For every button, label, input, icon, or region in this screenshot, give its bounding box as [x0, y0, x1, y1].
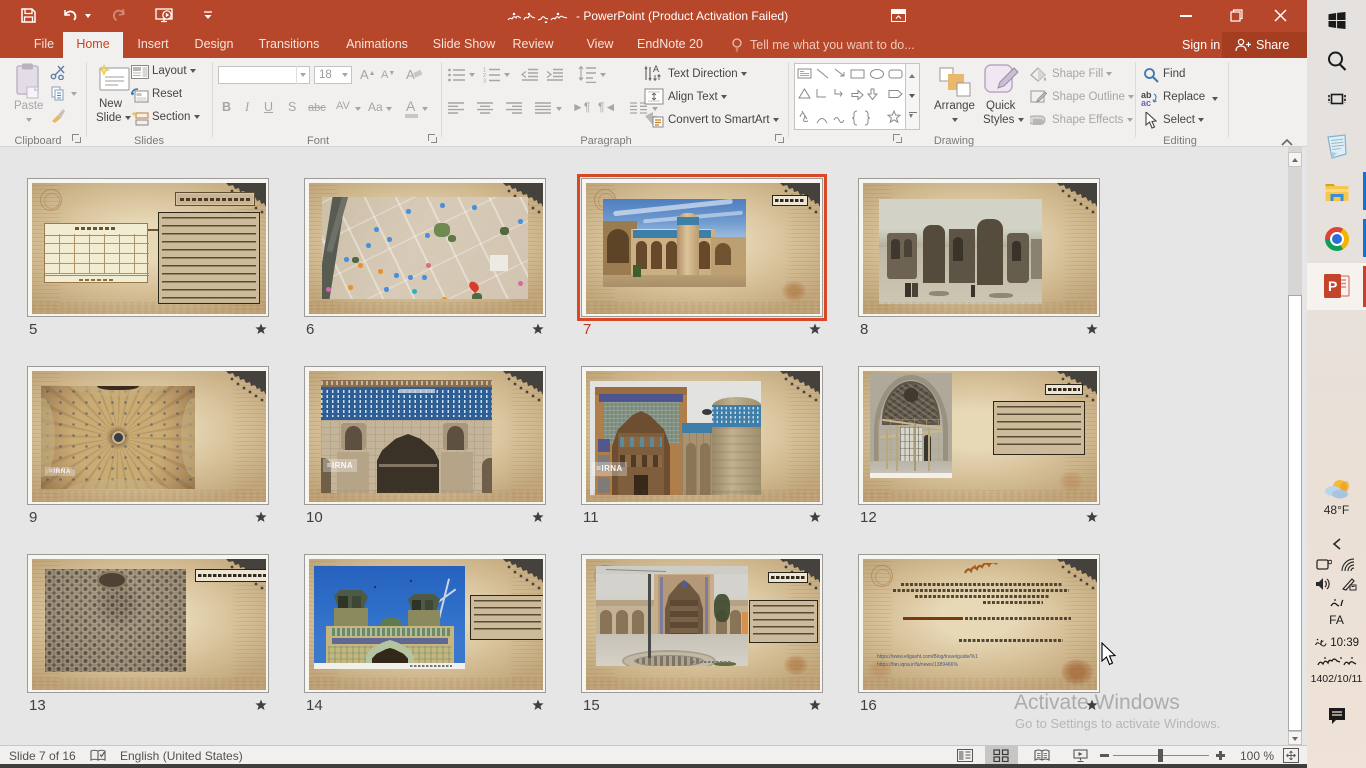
svg-text:P: P: [1328, 278, 1337, 294]
svg-text:3: 3: [483, 79, 486, 84]
svg-text:A: A: [653, 64, 659, 74]
svg-text:ac: ac: [1141, 98, 1151, 106]
